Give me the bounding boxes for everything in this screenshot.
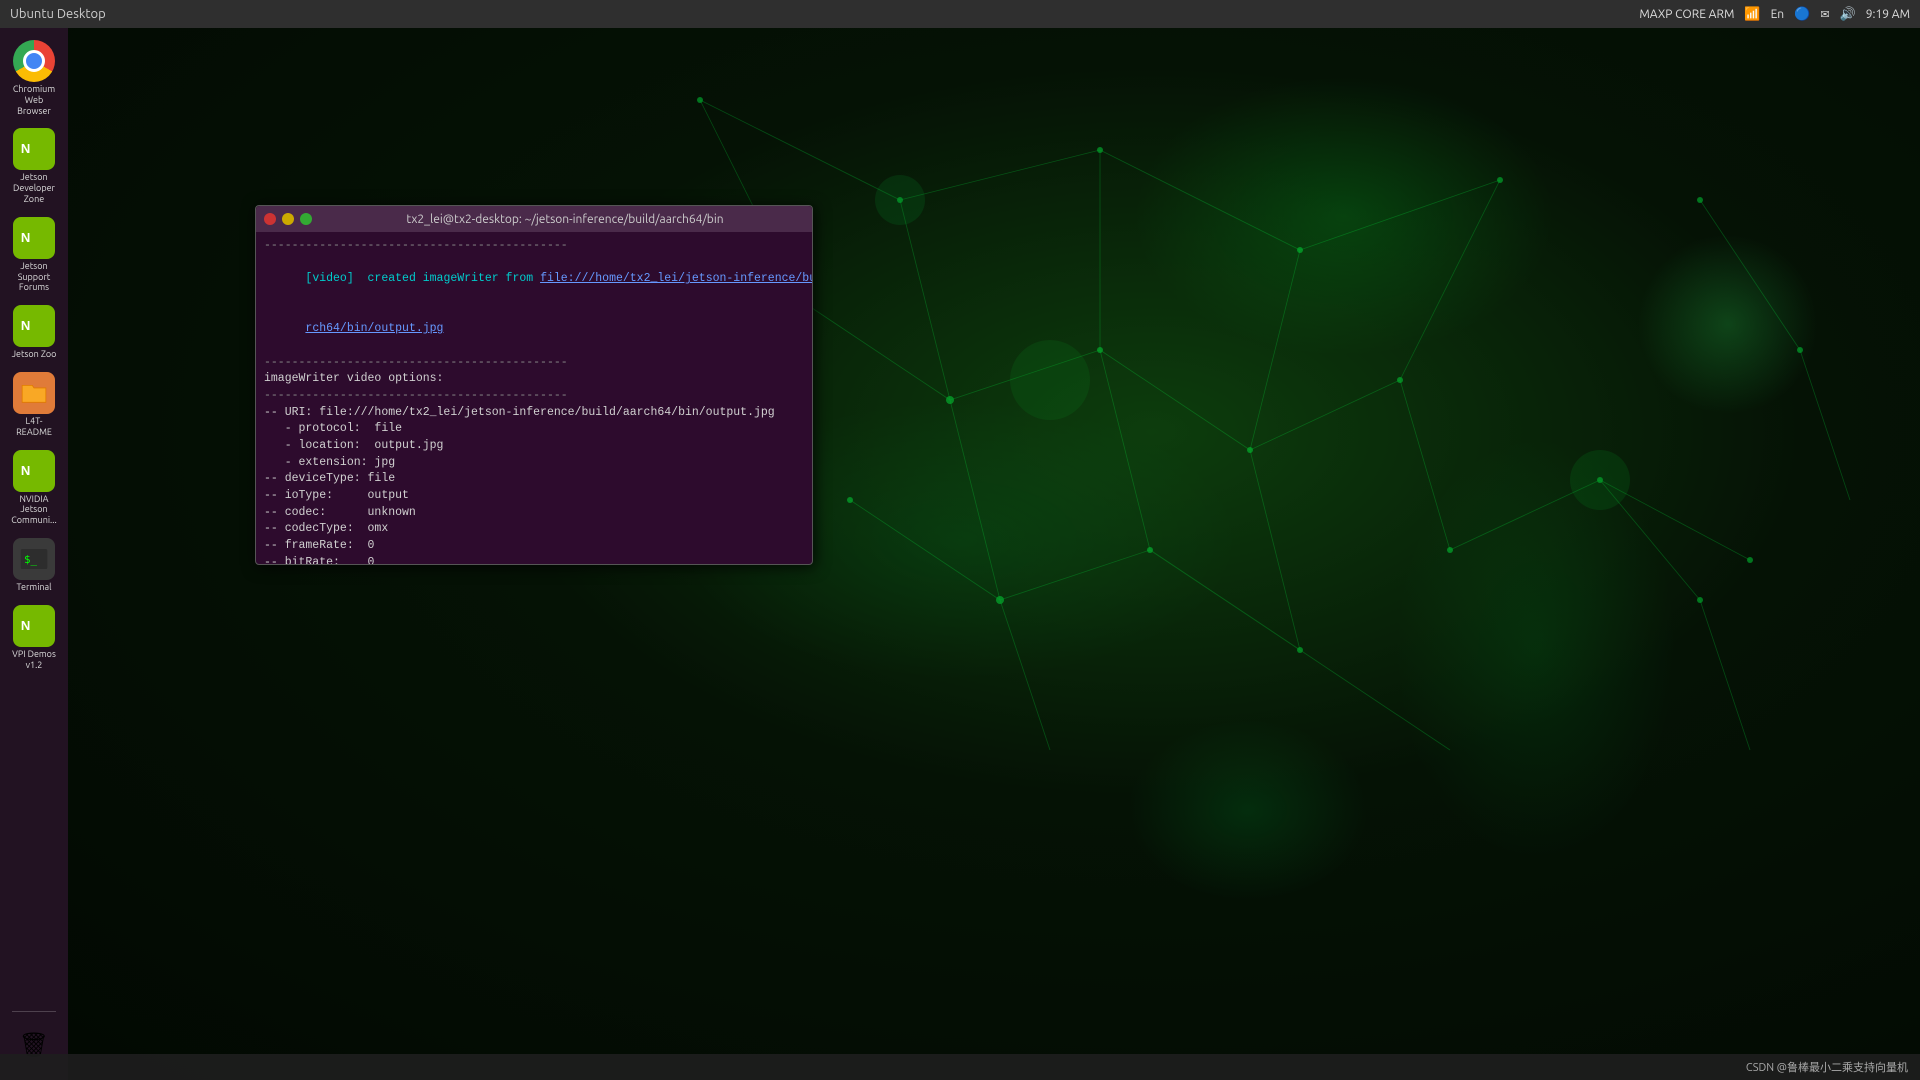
jetson-zoo-icon: N (13, 305, 55, 347)
terminal-line: ----------------------------------------… (264, 388, 804, 405)
vpi-demos-icon: N (13, 605, 55, 647)
dock-item-nvidia-jetson-communi[interactable]: N NVIDIAJetsonCommuni... (5, 446, 63, 530)
terminal-line: ----------------------------------------… (264, 355, 804, 372)
statusbar-bottom: CSDN @鲁棒最小二乘支持向量机 (0, 1054, 1920, 1080)
terminal-line: rch64/bin/output.jpg (264, 305, 804, 355)
mail-icon: ✉ (1820, 8, 1829, 21)
terminal-line: -- bitRate: 0 (264, 555, 804, 564)
dock-item-chromium[interactable]: ChromiumWeb Browser (5, 36, 63, 120)
dock-item-l4t-readme[interactable]: L4T-README (5, 368, 63, 442)
dock-separator (12, 1011, 56, 1012)
nvidia-jetson-communi-icon: N (13, 450, 55, 492)
nvidia-label: MAXP CORE ARM (1639, 8, 1734, 21)
nvidia-jetson-communi-label: NVIDIAJetsonCommuni... (11, 494, 56, 526)
dock-item-jetson-developer-zone[interactable]: N JetsonDeveloperZone (5, 124, 63, 208)
taskbar-top: Ubuntu Desktop MAXP CORE ARM 📶 En 🔵 ✉ 🔊 … (0, 0, 1920, 28)
terminal-line: - extension: jpg (264, 455, 804, 472)
dock-item-terminal[interactable]: $_ Terminal (5, 534, 63, 597)
terminal-body[interactable]: ----------------------------------------… (256, 232, 812, 564)
dock-item-jetson-zoo[interactable]: N Jetson Zoo (5, 301, 63, 364)
terminal-line: [video] created imageWriter from file://… (264, 255, 804, 305)
jetson-support-forums-label: JetsonSupportForums (18, 261, 51, 293)
desktop-label: Ubuntu Desktop (10, 7, 106, 21)
svg-text:N: N (21, 463, 30, 478)
l4t-readme-icon (13, 372, 55, 414)
vpi-demos-label: VPI Demosv1.2 (12, 649, 56, 671)
l4t-readme-label: L4T-README (16, 416, 52, 438)
clock: 9:19 AM (1866, 8, 1910, 21)
terminal-line: - protocol: file (264, 421, 804, 438)
terminal-titlebar[interactable]: tx2_lei@tx2-desktop: ~/jetson-inference/… (256, 206, 812, 232)
terminal-line: imageWriter video options: (264, 371, 804, 388)
wifi-icon[interactable]: 📶 (1744, 7, 1760, 22)
terminal-window: tx2_lei@tx2-desktop: ~/jetson-inference/… (255, 205, 813, 565)
taskbar-left: Ubuntu Desktop (10, 7, 106, 21)
dock-item-vpi-demos[interactable]: N VPI Demosv1.2 (5, 601, 63, 675)
jetson-zoo-label: Jetson Zoo (12, 349, 57, 360)
window-maximize-button[interactable] (300, 213, 312, 225)
terminal-line: -- deviceType: file (264, 471, 804, 488)
bluetooth-icon: 🔵 (1794, 7, 1810, 22)
statusbar-text: CSDN @鲁棒最小二乘支持向量机 (1746, 1059, 1908, 1075)
svg-text:N: N (21, 318, 30, 333)
svg-text:N: N (21, 230, 30, 245)
jetson-support-forums-icon: N (13, 217, 55, 259)
svg-text:N: N (21, 142, 30, 157)
jetson-developer-zone-icon: N (13, 128, 55, 170)
svg-text:$_: $_ (24, 553, 38, 566)
dock-item-jetson-support-forums[interactable]: N JetsonSupportForums (5, 213, 63, 297)
terminal-line: -- codec: unknown (264, 505, 804, 522)
terminal-title: tx2_lei@tx2-desktop: ~/jetson-inference/… (326, 213, 804, 226)
window-close-button[interactable] (264, 213, 276, 225)
svg-text:N: N (21, 618, 30, 633)
window-minimize-button[interactable] (282, 213, 294, 225)
taskbar-right: MAXP CORE ARM 📶 En 🔵 ✉ 🔊 9:19 AM (1639, 7, 1910, 22)
terminal-line: -- frameRate: 0 (264, 538, 804, 555)
terminal-line: ----------------------------------------… (264, 238, 804, 255)
terminal-line: -- ioType: output (264, 488, 804, 505)
terminal-icon: $_ (13, 538, 55, 580)
jetson-developer-zone-label: JetsonDeveloperZone (13, 172, 55, 204)
terminal-label: Terminal (16, 582, 51, 593)
terminal-line: -- codecType: omx (264, 521, 804, 538)
chromium-icon (13, 40, 55, 82)
chromium-label: ChromiumWeb Browser (7, 84, 61, 116)
terminal-line: - location: output.jpg (264, 438, 804, 455)
volume-icon[interactable]: 🔊 (1840, 7, 1856, 22)
dock: ChromiumWeb Browser N JetsonDeveloperZon… (0, 28, 68, 1080)
terminal-line: -- URI: file:///home/tx2_lei/jetson-infe… (264, 405, 804, 422)
input-lang[interactable]: En (1771, 8, 1785, 21)
